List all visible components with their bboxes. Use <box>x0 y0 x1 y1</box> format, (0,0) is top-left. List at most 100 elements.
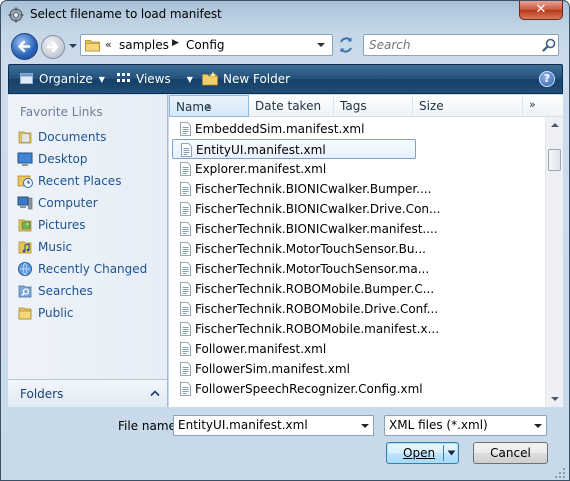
refresh-icon[interactable] <box>335 34 357 56</box>
help-icon[interactable]: ? <box>539 71 555 87</box>
file-row[interactable]: FollowerSim.manifest.xml <box>172 359 416 379</box>
nav-link-recently-changed[interactable]: Recently Changed <box>14 259 164 279</box>
views-caret-icon: ▼ <box>186 75 193 84</box>
pictures-icon <box>18 219 32 232</box>
file-row[interactable]: FischerTechnik.MotorTouchSensor.ma... <box>172 259 429 279</box>
scrollbar-thumb[interactable] <box>548 149 561 171</box>
file-type-dropdown-icon[interactable] <box>533 422 543 430</box>
organize-button[interactable]: Organize ▼ <box>19 71 105 89</box>
nav-link-music[interactable]: Music <box>14 237 164 257</box>
cancel-button[interactable]: Cancel <box>473 442 548 464</box>
scroll-up-icon[interactable] <box>550 121 560 129</box>
file-name: FischerTechnik.BIONICwalker.Bumper.... <box>195 182 432 196</box>
search-box[interactable] <box>363 34 559 56</box>
xml-file-icon <box>180 262 191 276</box>
navigation-pane: Favorite Links Documents Desktop Recent … <box>8 95 168 407</box>
breadcrumb-separator-icon[interactable]: ▶ <box>172 38 179 48</box>
open-button[interactable]: Open <box>386 442 459 464</box>
address-dropdown-icon[interactable] <box>316 41 326 49</box>
file-row[interactable]: Follower.manifest.xml <box>172 339 416 359</box>
file-row[interactable]: FischerTechnik.BIONICwalker.manifest.... <box>172 219 438 239</box>
forward-button[interactable] <box>41 35 65 59</box>
views-button[interactable]: Views ▼ <box>116 71 193 89</box>
file-row[interactable]: FischerTechnik.ROBOMobile.manifest.x... <box>172 319 439 339</box>
close-button[interactable]: ✕ <box>519 1 563 20</box>
file-name-combobox[interactable] <box>173 415 374 436</box>
file-list-pane: ▲ Name Date taken Tags Size » EmbeddedSi… <box>169 95 563 407</box>
search-icon[interactable] <box>542 38 556 52</box>
file-type-select[interactable]: XML files (*.xml) <box>384 415 547 436</box>
file-name: FischerTechnik.MotorTouchSensor.ma... <box>195 262 430 276</box>
new-folder-icon <box>202 70 218 86</box>
chevron-up-icon <box>150 390 160 397</box>
file-name-input[interactable] <box>178 418 348 432</box>
open-options-dropdown-icon[interactable] <box>447 450 456 456</box>
nav-link-desktop[interactable]: Desktop <box>14 149 164 169</box>
views-icon <box>117 73 130 82</box>
file-row[interactable]: FischerTechnik.ROBOMobile.Drive.Conf... <box>172 299 438 319</box>
folders-label: Folders <box>20 387 64 401</box>
nav-link-label: Recent Places <box>38 174 122 188</box>
nav-link-label: Computer <box>38 196 98 210</box>
nav-link-label: Searches <box>38 284 93 298</box>
file-row[interactable]: Explorer.manifest.xml <box>172 159 416 179</box>
documents-icon <box>18 131 32 144</box>
nav-link-label: Pictures <box>38 218 86 232</box>
file-row[interactable]: FischerTechnik.BIONICwalker.Drive.Con... <box>172 199 440 219</box>
xml-file-icon <box>180 242 191 256</box>
breadcrumb-samples[interactable]: samples <box>119 38 169 52</box>
file-row[interactable]: FischerTechnik.ROBOMobile.Bumper.C... <box>172 279 434 299</box>
nav-link-documents[interactable]: Documents <box>14 127 164 147</box>
back-arrow-icon <box>18 40 31 53</box>
nav-link-public[interactable]: Public <box>14 303 164 323</box>
address-bar[interactable]: « samples ▶ Config <box>80 34 333 56</box>
computer-icon <box>17 196 33 210</box>
recent-pages-dropdown-icon[interactable] <box>67 39 79 53</box>
file-row[interactable]: FischerTechnik.BIONICwalker.Bumper.... <box>172 179 432 199</box>
file-row[interactable]: FollowerSpeechRecognizer.Config.xml <box>172 379 423 399</box>
nav-link-label: Desktop <box>38 152 88 166</box>
search-input[interactable] <box>369 38 529 52</box>
folders-toggle[interactable]: Folders <box>8 379 167 407</box>
file-row[interactable]: EntityUI.manifest.xml <box>172 139 416 159</box>
column-size-header[interactable]: Size <box>413 95 523 117</box>
new-folder-button[interactable]: New Folder <box>202 70 290 89</box>
nav-link-label: Public <box>38 306 74 320</box>
command-toolbar: Organize ▼ Views ▼ New Folder ? <box>8 64 563 94</box>
nav-link-computer[interactable]: Computer <box>14 193 164 213</box>
cancel-label: Cancel <box>490 446 531 460</box>
vertical-scrollbar[interactable] <box>545 117 563 407</box>
file-name-dropdown-icon[interactable] <box>360 422 370 430</box>
nav-link-searches[interactable]: Searches <box>14 281 164 301</box>
folder-icon <box>85 40 100 52</box>
open-split-divider <box>443 445 444 461</box>
xml-file-icon <box>180 122 191 136</box>
column-name-header[interactable]: ▲ Name <box>169 95 249 117</box>
file-name: FischerTechnik.ROBOMobile.Bumper.C... <box>195 282 435 296</box>
forward-arrow-icon <box>46 41 59 53</box>
file-row[interactable]: EmbeddedSim.manifest.xml <box>172 119 416 139</box>
more-columns-icon[interactable]: » <box>529 98 536 111</box>
resize-grip-icon[interactable] <box>554 467 566 479</box>
file-list: EmbeddedSim.manifest.xml EntityUI.manifes… <box>169 117 545 407</box>
nav-link-pictures[interactable]: Pictures <box>14 215 164 235</box>
public-icon <box>18 307 32 320</box>
file-name: FischerTechnik.BIONICwalker.manifest.... <box>195 222 438 236</box>
file-name: FollowerSim.manifest.xml <box>195 362 350 376</box>
column-date-header[interactable]: Date taken <box>249 95 334 117</box>
organize-label: Organize <box>39 72 93 86</box>
file-name: FischerTechnik.ROBOMobile.manifest.x... <box>195 322 440 336</box>
scroll-down-icon[interactable] <box>550 395 560 403</box>
breadcrumb-config[interactable]: Config <box>186 38 225 52</box>
file-row[interactable]: FischerTechnik.MotorTouchSensor.Bu... <box>172 239 426 259</box>
music-icon <box>18 241 32 254</box>
title-bar[interactable]: Select filename to load manifest ✕ <box>1 1 569 29</box>
open-label: Open <box>403 446 436 460</box>
file-name: FischerTechnik.ROBOMobile.Drive.Conf... <box>195 302 439 316</box>
file-name-label: File name: <box>118 419 180 433</box>
breadcrumb-overflow[interactable]: « <box>105 38 112 51</box>
nav-link-recent-places[interactable]: Recent Places <box>14 171 164 191</box>
back-button[interactable] <box>11 33 38 60</box>
column-tags-header[interactable]: Tags <box>334 95 413 117</box>
xml-file-icon <box>180 362 191 376</box>
